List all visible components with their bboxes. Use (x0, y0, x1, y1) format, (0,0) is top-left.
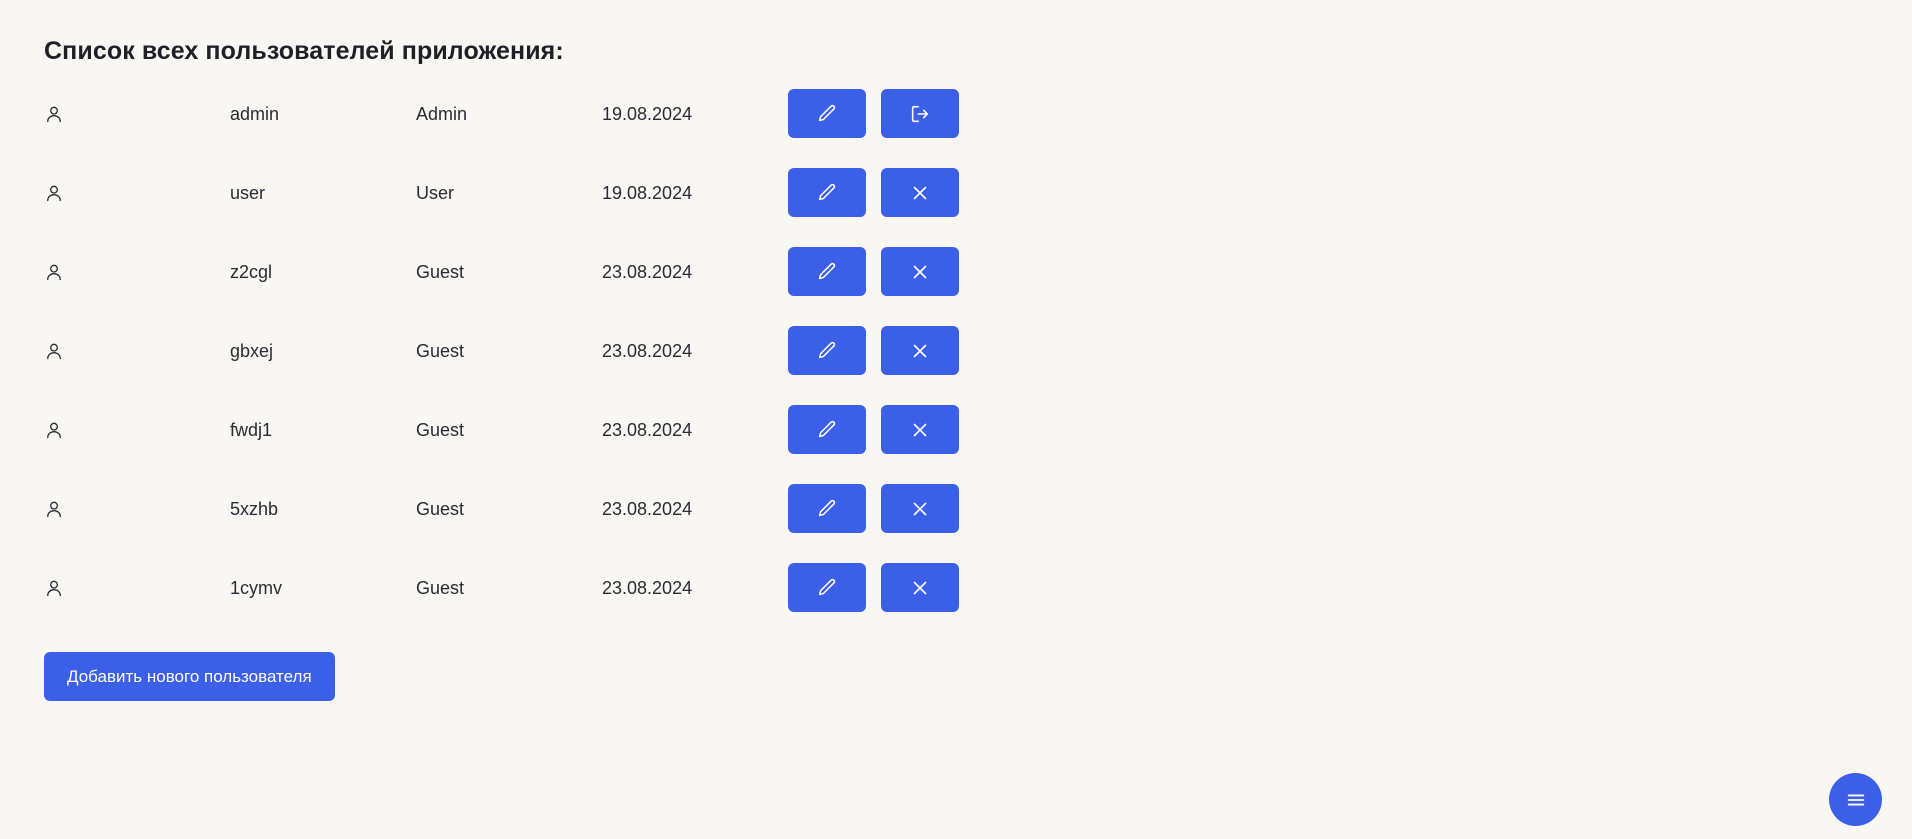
user-created-date: 19.08.2024 (602, 182, 693, 203)
pencil-icon (818, 104, 836, 121)
add-user-button[interactable]: Добавить нового пользователя (44, 652, 335, 701)
edit-user-button[interactable] (788, 405, 866, 454)
delete-user-button[interactable] (881, 168, 959, 217)
edit-user-button[interactable] (788, 247, 866, 296)
user-row: z2cgl Guest 23.08.2024 (44, 247, 1044, 296)
user-login: user (230, 182, 266, 203)
menu-icon (1847, 794, 1864, 805)
user-row: gbxej Guest 23.08.2024 (44, 326, 1044, 375)
user-created-date: 23.08.2024 (602, 498, 693, 519)
pencil-icon (818, 499, 836, 516)
user-created-date: 23.08.2024 (602, 340, 693, 361)
user-icon-cell (44, 578, 230, 598)
user-login: 5xzhb (230, 498, 279, 519)
user-icon (47, 422, 61, 438)
row-actions (788, 247, 959, 296)
users-page: Список всех пользователей приложения: ad… (44, 34, 1044, 701)
page-title: Список всех пользователей приложения: (44, 37, 564, 65)
row-actions (788, 89, 959, 138)
row-actions (788, 563, 959, 612)
row-actions (788, 484, 959, 533)
user-login: fwdj1 (230, 419, 273, 440)
user-role: Guest (416, 498, 465, 519)
user-icon (47, 185, 61, 201)
user-login: 1cymv (230, 577, 283, 598)
user-created-date: 23.08.2024 (602, 577, 693, 598)
menu-fab-button[interactable] (1829, 773, 1882, 826)
user-role: User (416, 182, 455, 203)
user-icon (47, 264, 61, 280)
delete-user-button[interactable] (881, 326, 959, 375)
close-icon (913, 581, 927, 594)
edit-user-button[interactable] (788, 484, 866, 533)
user-icon-cell (44, 104, 230, 124)
user-icon-cell (44, 341, 230, 361)
close-icon (913, 344, 927, 357)
user-created-date: 23.08.2024 (602, 261, 693, 282)
user-row: 5xzhb Guest 23.08.2024 (44, 484, 1044, 533)
edit-user-button[interactable] (788, 168, 866, 217)
pencil-icon (818, 420, 836, 437)
user-created-date: 19.08.2024 (602, 103, 693, 124)
user-icon-cell (44, 420, 230, 440)
edit-user-button[interactable] (788, 326, 866, 375)
delete-user-button[interactable] (881, 484, 959, 533)
delete-user-button[interactable] (881, 405, 959, 454)
user-role: Admin (416, 103, 468, 124)
pencil-icon (818, 578, 836, 595)
delete-user-button[interactable] (881, 247, 959, 296)
user-login: z2cgl (230, 261, 273, 282)
delete-user-button[interactable] (881, 563, 959, 612)
user-login: gbxej (230, 340, 274, 361)
user-icon (47, 106, 61, 122)
close-icon (913, 186, 927, 199)
pencil-icon (818, 341, 836, 358)
user-row: user User 19.08.2024 (44, 168, 1044, 217)
user-role: Guest (416, 577, 465, 598)
user-icon (47, 501, 61, 517)
close-icon (913, 265, 927, 278)
user-row: fwdj1 Guest 23.08.2024 (44, 405, 1044, 454)
pencil-icon (818, 183, 836, 200)
user-icon-cell (44, 262, 230, 282)
edit-user-button[interactable] (788, 89, 866, 138)
user-login: admin (230, 103, 280, 124)
logout-user-button[interactable] (881, 89, 959, 138)
close-icon (913, 423, 927, 436)
user-icon (47, 343, 61, 359)
logout-icon (911, 105, 929, 122)
user-role: Guest (416, 261, 465, 282)
user-row: admin Admin 19.08.2024 (44, 89, 1044, 138)
user-row: 1cymv Guest 23.08.2024 (44, 563, 1044, 612)
row-actions (788, 326, 959, 375)
user-role: Guest (416, 340, 465, 361)
close-icon (913, 502, 927, 515)
user-created-date: 23.08.2024 (602, 419, 693, 440)
user-list: admin Admin 19.08.2024 user User 19.08.2… (44, 89, 1044, 612)
row-actions (788, 405, 959, 454)
user-icon-cell (44, 183, 230, 203)
user-icon (47, 580, 61, 596)
user-role: Guest (416, 419, 465, 440)
edit-user-button[interactable] (788, 563, 866, 612)
pencil-icon (818, 262, 836, 279)
row-actions (788, 168, 959, 217)
user-icon-cell (44, 499, 230, 519)
